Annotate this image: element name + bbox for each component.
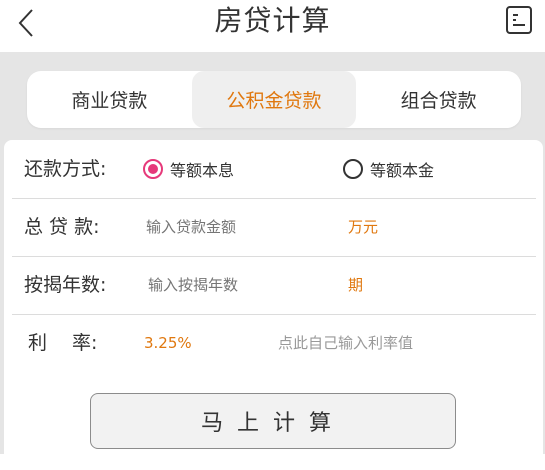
radio-equal-installment-label: 等额本息 <box>170 161 235 180</box>
loan-years-unit: 期 <box>348 276 364 294</box>
loan-years-input[interactable] <box>148 256 338 314</box>
custom-rate-link[interactable]: 点此自己输入利率值 <box>278 314 413 372</box>
interest-rate-label: 利 率: <box>28 332 98 354</box>
loan-amount-label: 总 贷 款: <box>24 216 100 238</box>
calculate-button[interactable]: 马上计算 <box>90 393 456 449</box>
history-button[interactable] <box>505 5 533 35</box>
loan-years-label: 按揭年数: <box>24 274 107 296</box>
content-area: 商业贷款 公积金贷款 组合贷款 还款方式: 等额本息 等额本金 总 贷 款: 万… <box>0 52 545 470</box>
loan-amount-unit: 万元 <box>348 218 379 236</box>
loan-type-tabs: 商业贷款 公积金贷款 组合贷款 <box>27 71 521 128</box>
interest-rate-row: 利 率: 3.25% 点此自己输入利率值 <box>12 314 536 372</box>
repay-method-row: 还款方式: 等额本息 等额本金 <box>12 140 536 199</box>
list-card-icon <box>506 6 532 34</box>
loan-years-row: 按揭年数: 期 <box>12 256 536 315</box>
tab-combined-loan[interactable]: 组合贷款 <box>356 71 521 128</box>
tab-provident-fund-loan[interactable]: 公积金贷款 <box>191 71 357 128</box>
radio-unchecked-icon <box>343 159 363 179</box>
page-title: 房贷计算 <box>214 4 331 37</box>
top-bar: 房贷计算 <box>0 0 545 52</box>
loan-amount-row: 总 贷 款: 万元 <box>12 198 536 257</box>
radio-equal-principal[interactable]: 等额本金 <box>343 140 434 198</box>
radio-equal-installment[interactable]: 等额本息 <box>143 140 234 198</box>
radio-equal-principal-label: 等额本金 <box>370 161 435 180</box>
radio-checked-icon <box>143 159 163 179</box>
loan-amount-input[interactable] <box>146 198 336 256</box>
tab-commercial-loan[interactable]: 商业贷款 <box>27 71 192 128</box>
interest-rate-value: 3.25% <box>144 334 192 352</box>
repay-method-label: 还款方式: <box>24 158 107 180</box>
